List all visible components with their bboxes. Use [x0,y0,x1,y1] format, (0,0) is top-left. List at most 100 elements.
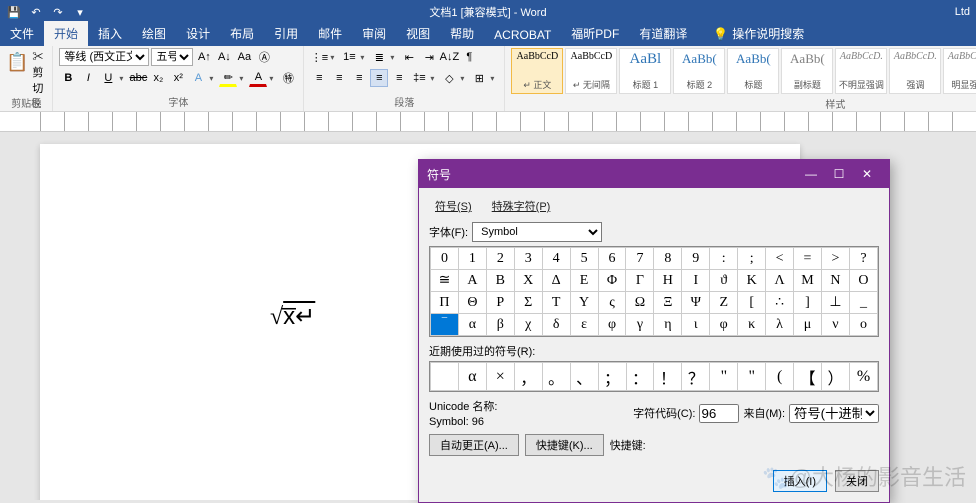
symbol-cell[interactable]: Σ [514,292,542,314]
symbol-cell[interactable]: 0 [431,248,459,270]
symbol-cell[interactable]: ϑ [710,270,738,292]
char-code-input[interactable] [699,404,739,423]
symbol-cell[interactable]: _ [849,292,877,314]
line-spacing-icon[interactable]: ‡≡ [410,69,428,87]
symbol-tab[interactable]: 符号(S) [429,196,478,216]
symbol-cell[interactable]: [ [738,292,766,314]
symbol-cell[interactable]: Ω [626,292,654,314]
tab-draw[interactable]: 绘图 [132,21,176,46]
symbol-cell[interactable]: η [654,314,682,336]
tab-file[interactable]: 文件 [0,21,44,46]
recent-symbol-cell[interactable]: ？ [682,363,710,391]
symbol-cell[interactable]: 2 [486,248,514,270]
symbol-cell[interactable]: ς [598,292,626,314]
tab-references[interactable]: 引用 [264,21,308,46]
font-name-select[interactable]: 等线 (西文正文) [59,48,149,66]
symbol-cell[interactable]: ι [682,314,710,336]
tab-help[interactable]: 帮助 [440,21,484,46]
symbol-cell[interactable]: φ [598,314,626,336]
symbol-cell[interactable]: 7 [626,248,654,270]
save-icon[interactable]: 💾 [6,4,22,20]
align-center-icon[interactable]: ≡ [330,69,348,87]
symbol-cell[interactable]: Ξ [654,292,682,314]
tab-design[interactable]: 设计 [176,21,220,46]
symbol-cell[interactable]: Κ [738,270,766,292]
symbol-cell[interactable]: φ [710,314,738,336]
close-button[interactable]: 关闭 [835,470,879,492]
recent-symbol-cell[interactable]: ( [766,363,794,391]
tab-review[interactable]: 审阅 [352,21,396,46]
symbol-cell[interactable]: ν [821,314,849,336]
maximize-icon[interactable]: ☐ [825,160,853,188]
symbol-cell[interactable]: κ [738,314,766,336]
qat-customize-icon[interactable]: ▾ [72,4,88,20]
style-item[interactable]: AaBl标题 1 [619,48,671,94]
italic-button[interactable]: I [79,69,97,87]
symbol-cell[interactable]: Ε [570,270,598,292]
grow-font-icon[interactable]: A↑ [195,48,213,66]
symbol-cell[interactable]: ο [849,314,877,336]
symbol-cell[interactable]: ? [849,248,877,270]
recent-symbol-cell[interactable]: ！ [654,363,682,391]
symbol-cell[interactable]: Ρ [486,292,514,314]
tab-acrobat[interactable]: ACROBAT [484,24,561,46]
symbol-cell[interactable]: Φ [598,270,626,292]
symbol-cell[interactable]: ≅ [431,270,459,292]
close-icon[interactable]: ✕ [853,160,881,188]
align-left-icon[interactable]: ≡ [310,69,328,87]
borders-icon[interactable]: ⊞ [470,69,488,87]
symbol-cell[interactable]: γ [626,314,654,336]
minimize-icon[interactable]: — [797,160,825,188]
recent-symbol-cell[interactable]: ） [822,363,850,391]
symbol-cell[interactable]: β [486,314,514,336]
font-color-icon[interactable]: A [249,69,267,87]
symbol-cell[interactable]: Α [458,270,486,292]
shading-icon[interactable]: ◇ [440,69,458,87]
symbol-cell[interactable]: μ [794,314,822,336]
tab-layout[interactable]: 布局 [220,21,264,46]
symbol-cell[interactable]: Ο [849,270,877,292]
autocorrect-button[interactable]: 自动更正(A)... [429,434,519,456]
symbol-cell[interactable]: ] [794,292,822,314]
symbol-cell[interactable]: > [821,248,849,270]
style-item[interactable]: AaBb(标题 [727,48,779,94]
indent-left-icon[interactable]: ⇤ [400,48,418,66]
symbol-cell[interactable]: Μ [794,270,822,292]
tab-mailings[interactable]: 邮件 [308,21,352,46]
document-content[interactable]: √x̅↵ [270,302,315,331]
symbol-cell[interactable]: 8 [654,248,682,270]
symbol-cell[interactable]: 4 [542,248,570,270]
superscript-button[interactable]: x² [169,69,187,87]
symbol-cell[interactable]: Τ [542,292,570,314]
symbol-cell[interactable]: Χ [514,270,542,292]
symbol-cell[interactable]: ε [570,314,598,336]
style-item[interactable]: AaBb(标题 2 [673,48,725,94]
justify-icon[interactable]: ≡ [370,69,388,87]
recent-symbol-cell[interactable]: ， [514,363,542,391]
text-effect-icon[interactable]: A [189,69,207,87]
align-right-icon[interactable]: ≡ [350,69,368,87]
symbol-cell[interactable]: ∴ [766,292,794,314]
style-item[interactable]: AaBbCcD.强调 [889,48,941,94]
symbol-cell[interactable]: Η [654,270,682,292]
dialog-titlebar[interactable]: 符号 — ☐ ✕ [419,160,889,188]
strikethrough-button[interactable]: abc [129,69,147,87]
style-item[interactable]: AaBbCcD.明显强调 [943,48,976,94]
recent-symbol-cell[interactable] [431,363,459,391]
clear-format-icon[interactable]: Ⓐ [255,48,273,66]
redo-icon[interactable]: ↷ [50,4,66,20]
distribute-icon[interactable]: ≡ [390,69,408,87]
recent-symbol-cell[interactable]: α [458,363,486,391]
bullets-icon[interactable]: ⋮≡ [310,48,328,66]
shrink-font-icon[interactable]: A↓ [215,48,233,66]
symbol-cell[interactable]: Ν [821,270,849,292]
undo-icon[interactable]: ↶ [28,4,44,20]
tab-view[interactable]: 视图 [396,21,440,46]
insert-button[interactable]: 插入(I) [773,470,827,492]
style-item[interactable]: AaBb(副标题 [781,48,833,94]
show-marks-icon[interactable]: ¶ [460,48,478,66]
highlight-icon[interactable]: ✏ [219,69,237,87]
enclose-char-icon[interactable]: ㊕ [279,69,297,87]
symbol-cell[interactable]: ‾ [431,314,459,336]
tab-insert[interactable]: 插入 [88,21,132,46]
